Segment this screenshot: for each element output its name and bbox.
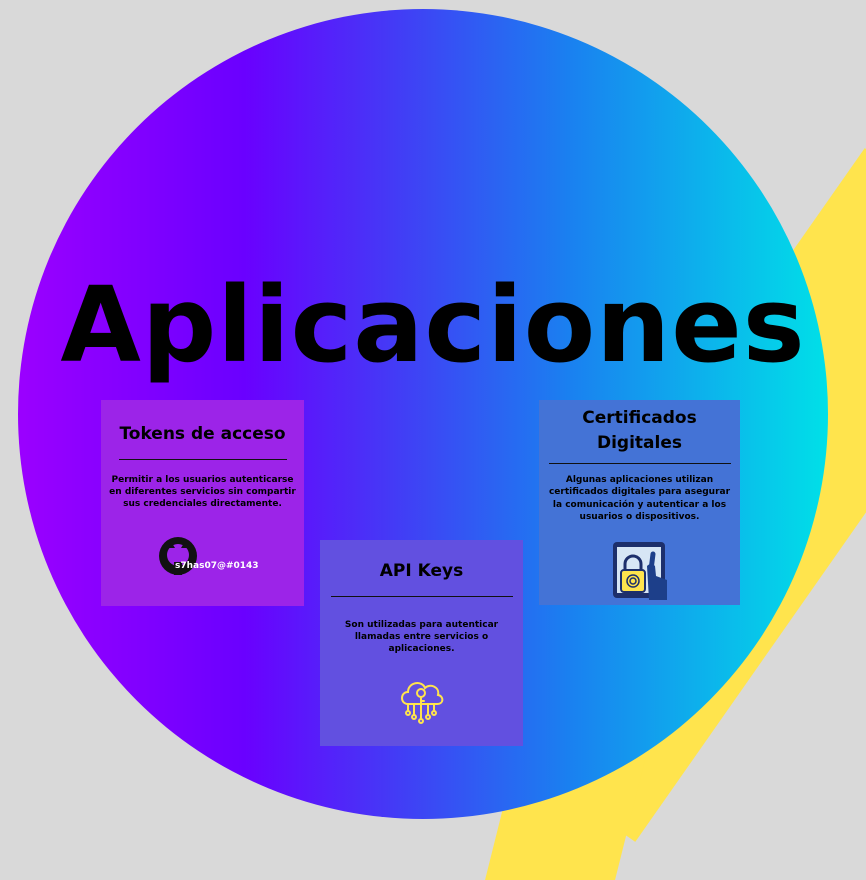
card-tokens: Tokens de acceso Permitir a los usuarios…	[101, 400, 304, 606]
github-icon	[158, 536, 198, 580]
card-divider	[330, 595, 513, 597]
card-description: Algunas aplicaciones utilizan certificad…	[548, 475, 731, 522]
cloud-key-icon	[396, 674, 446, 730]
tablet-lock-icon	[609, 540, 671, 606]
card-heading: API Keys	[379, 561, 464, 581]
page-title: Aplicaciones	[60, 264, 806, 386]
user-handle: s7has07@#0143	[175, 561, 259, 571]
card-api-keys: API Keys Son utilizadas para autenticar …	[320, 540, 523, 746]
card-description: Son utilizadas para autenticar llamadas …	[344, 619, 499, 654]
card-certificates: Certificados Digitales Algunas aplicacio…	[539, 400, 740, 605]
card-divider	[118, 458, 287, 460]
card-heading: Certificados Digitales	[582, 408, 697, 453]
card-divider	[548, 463, 731, 465]
card-heading: Tokens de acceso	[119, 424, 286, 444]
card-description: Permitir a los usuarios autenticarse en …	[109, 474, 296, 509]
